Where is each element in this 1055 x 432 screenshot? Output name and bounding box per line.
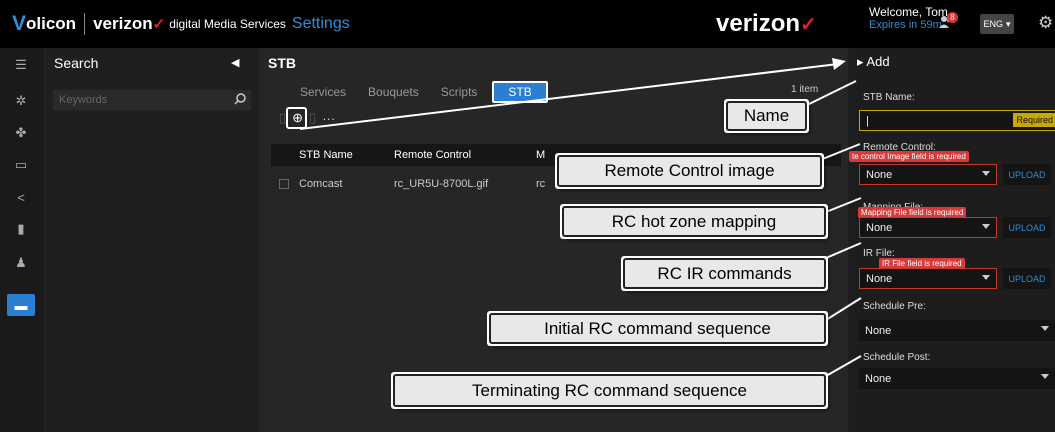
user-icon[interactable]: ♟ [7, 252, 35, 274]
verizon-check-mark: ✓ [152, 16, 166, 33]
schedule-post-label: Schedule Post: [863, 352, 931, 363]
collapse-caret-icon[interactable]: ◀ [231, 56, 239, 69]
page-title: STB [268, 55, 296, 71]
ir-file-select[interactable]: None [859, 268, 997, 289]
stb-name-label: STB Name: [863, 92, 915, 103]
app-window: Volicon verizon ✓ digital Media Services … [0, 0, 1055, 432]
language-value: ENG [983, 19, 1003, 29]
ir-file-value: None [866, 272, 893, 285]
search-icon[interactable] [233, 92, 247, 106]
tab-bouquets[interactable]: Bouquets [357, 82, 430, 102]
left-nav: ☰ ✲ ✤ ▭ < ▮ ♟ ▬ [0, 48, 45, 432]
mapping-file-value: None [866, 221, 893, 234]
menu-icon[interactable]: ☰ [7, 54, 35, 76]
schedule-pre-select[interactable]: None [859, 320, 1055, 341]
language-select[interactable]: ENG ▾ [980, 14, 1014, 34]
chevron-down-icon [982, 171, 990, 176]
user-welcome[interactable]: Welcome, Tom Expires in 59m [869, 6, 948, 32]
ir-file-upload-button[interactable]: UPLOAD [1003, 268, 1051, 289]
delete-icon[interactable]: ▯ [309, 110, 316, 126]
notifications-button[interactable]: 8 [938, 12, 958, 32]
callout-rc-hot-zone-mapping: RC hot zone mapping [562, 206, 826, 237]
tab-scripts[interactable]: Scripts [430, 82, 489, 102]
search-panel-title: Search [54, 55, 99, 71]
header-divider [84, 13, 86, 35]
add-panel-title-text: Add [866, 54, 890, 69]
search-placeholder: Keywords [59, 94, 108, 106]
monitor-icon[interactable]: ▭ [7, 154, 35, 176]
section-title: Settings [291, 15, 350, 32]
session-expiry: Expires in 59m [869, 19, 942, 31]
required-badge: Required [1013, 113, 1055, 127]
tab-bar: Services Bouquets Scripts STB [289, 81, 548, 103]
column-remote-control[interactable]: Remote Control [394, 149, 536, 161]
search-input[interactable]: Keywords [53, 90, 251, 110]
product-name: digital Media Services [169, 17, 286, 31]
chevron-down-icon [982, 275, 990, 280]
callout-name: Name [726, 101, 807, 131]
callout-initial-rc-command-sequence: Initial RC command sequence [489, 313, 826, 344]
verizon-logo-large-text: verizon [716, 10, 801, 37]
cell-stb-name: Comcast [299, 178, 343, 190]
stb-name-input[interactable]: | Required [859, 110, 1055, 131]
chevron-down-icon [982, 224, 990, 229]
notification-badge: 8 [947, 12, 958, 23]
chevron-down-icon [1041, 374, 1049, 379]
volicon-logo-v: V [12, 12, 27, 35]
verizon-logo-small: verizon [93, 14, 153, 33]
remote-control-upload-button[interactable]: UPLOAD [1003, 164, 1051, 185]
dashboard-icon[interactable]: ✲ [7, 90, 35, 112]
remote-control-select[interactable]: None [859, 164, 997, 185]
add-panel: ▸ Add STB Name: | Required Remote Contro… [849, 48, 1055, 432]
stb-name-value: | [866, 114, 869, 127]
chevron-down-icon [1041, 326, 1049, 331]
remote-control-value: None [866, 168, 893, 181]
volicon-logo-text: olicon [26, 14, 77, 33]
remote-control-error: te control Image field is required [849, 151, 969, 162]
gear-icon[interactable]: ⚙ [1038, 13, 1053, 33]
schedule-post-select[interactable]: None [859, 368, 1055, 389]
volicon-logo[interactable]: Volicon [12, 12, 76, 36]
schedule-pre-value: None [865, 324, 892, 337]
chevron-down-icon: ▾ [1005, 18, 1011, 29]
schedule-post-value: None [865, 372, 892, 385]
column-m[interactable]: M [536, 149, 545, 161]
schedule-pre-label: Schedule Pre: [863, 301, 926, 312]
row-checkbox[interactable] [279, 179, 289, 189]
verizon-logo-large-check: ✓ [800, 14, 817, 36]
stb-icon[interactable]: ▬ [7, 294, 35, 316]
add-panel-title[interactable]: ▸ Add [857, 54, 890, 70]
expand-caret-icon: ▸ [857, 54, 867, 69]
item-count: 1 item [791, 84, 819, 95]
cell-m: rc [536, 178, 546, 190]
mapping-file-select[interactable]: None [859, 217, 997, 238]
more-icon[interactable]: ··· [322, 111, 335, 126]
clipboard-icon[interactable]: ▮ [7, 218, 35, 240]
mapping-file-upload-button[interactable]: UPLOAD [1003, 217, 1051, 238]
puzzle-icon[interactable]: ✤ [7, 122, 35, 144]
column-stb-name[interactable]: STB Name [299, 149, 394, 161]
tab-stb[interactable]: STB [492, 81, 548, 103]
search-panel: Search ◀ Keywords [45, 48, 260, 432]
callout-rc-ir-commands: RC IR commands [623, 258, 826, 289]
add-button-highlight [286, 107, 307, 129]
verizon-logo-large: verizon✓ [716, 10, 817, 38]
top-header: Volicon verizon ✓ digital Media Services … [0, 0, 1055, 48]
cell-remote-control: rc_UR5U-8700L.gif [394, 178, 489, 190]
welcome-text: Welcome, Tom [869, 5, 948, 19]
share-icon[interactable]: < [7, 186, 35, 208]
callout-remote-control-image: Remote Control image [557, 155, 822, 187]
callout-terminating-rc-command-sequence: Terminating RC command sequence [393, 374, 826, 407]
tab-services[interactable]: Services [289, 82, 357, 102]
